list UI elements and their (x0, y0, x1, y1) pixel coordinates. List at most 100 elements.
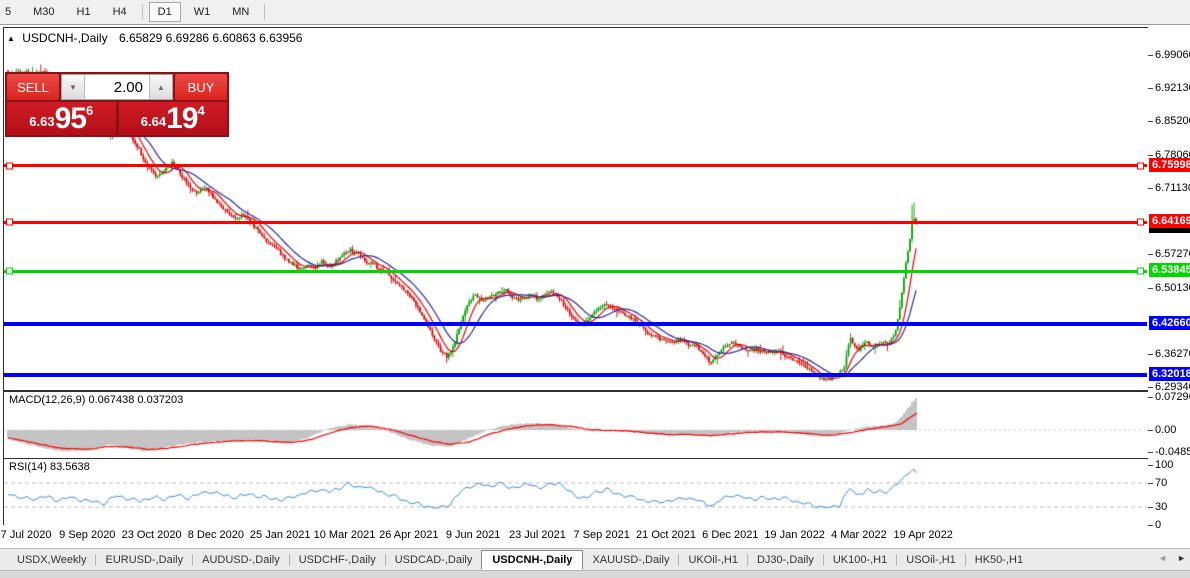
axis-tick-mark (1148, 188, 1153, 189)
volume-input[interactable]: 2.00 (85, 75, 149, 99)
axis-tick-mark (1148, 288, 1153, 289)
date-axis-label: 23 Oct 2020 (122, 529, 182, 541)
date-axis-label: 27 Jul 2020 (0, 529, 51, 541)
axis-tick-mark (1148, 507, 1153, 508)
volume-decrease-button[interactable]: ▼ (62, 75, 85, 99)
tab-usdcad--daily[interactable]: USDCAD-,Daily (386, 551, 482, 569)
buy-button[interactable]: BUY (175, 74, 227, 100)
axis-tick-label: 30 (1155, 500, 1167, 514)
sell-price-main: 95 (55, 104, 86, 134)
axis-tick-label: 6.36270 (1155, 347, 1190, 361)
chart-title: ▲ USDCNH-,Daily 6.65829 6.69286 6.60863 … (7, 31, 302, 45)
tab-dj30--daily[interactable]: DJ30-,Daily (748, 551, 823, 569)
axis-tick-label: -0.048575 (1155, 445, 1190, 459)
line-handle[interactable] (6, 268, 13, 275)
date-axis-label: 25 Jan 2021 (250, 529, 311, 541)
volume-increase-button[interactable]: ▲ (149, 75, 172, 99)
axis-tick-mark (1148, 483, 1153, 484)
axis-tick-mark (1148, 452, 1153, 453)
timeframe-button-5[interactable]: 5 (0, 2, 20, 22)
date-axis-label: 9 Sep 2020 (59, 529, 115, 541)
axis-tick-mark (1148, 525, 1153, 526)
chevron-down-icon: ▼ (69, 83, 77, 92)
timeframe-button-mn[interactable]: MN (223, 2, 258, 22)
timeframe-button-w1[interactable]: W1 (185, 2, 220, 22)
rsi-canvas[interactable] (4, 459, 1147, 523)
sell-price-prefix: 6.63 (29, 110, 54, 134)
axis-tick-label: 6.85200 (1155, 114, 1190, 128)
timeframe-button-h1[interactable]: H1 (68, 2, 100, 22)
tab-usdchf--daily[interactable]: USDCHF-,Daily (290, 551, 385, 569)
axis-tick-mark (1148, 430, 1153, 431)
date-axis-label: 19 Jan 2022 (764, 529, 825, 541)
price-level-badge: 6.42660 (1149, 316, 1190, 330)
axis-tick-label: 0.00 (1155, 423, 1176, 437)
chart-window: ▲ USDCNH-,Daily 6.65829 6.69286 6.60863 … (0, 25, 1190, 548)
price-level-badge: 6.64169 (1149, 214, 1190, 228)
level-line-6.64169[interactable] (4, 221, 1147, 224)
axis-tick-label: 6.71130 (1155, 181, 1190, 195)
line-handle[interactable] (1137, 162, 1144, 169)
timeframe-toolbar: 5M30H1H4 D1W1MN (0, 0, 1190, 25)
date-axis-label: 6 Dec 2021 (702, 529, 758, 541)
axis-tick-mark (1148, 465, 1153, 466)
tab-uk100--h1[interactable]: UK100-,H1 (824, 551, 896, 569)
line-handle[interactable] (6, 219, 13, 226)
sell-price-pip: 6 (86, 104, 93, 117)
tab-scroll-left-icon[interactable]: ◄ (1158, 553, 1167, 563)
axis-tick-label: 6.57270 (1155, 247, 1190, 261)
axis-tick-label: 100 (1155, 458, 1173, 472)
chart-ohlc-values: 6.65829 6.69286 6.60863 6.63956 (119, 31, 303, 45)
line-handle[interactable] (6, 162, 13, 169)
toolbar-separator (142, 4, 143, 20)
chevron-up-icon: ▲ (157, 83, 165, 92)
rsi-label: RSI(14) 83.5638 (9, 461, 90, 473)
timeframe-button-m30[interactable]: M30 (24, 2, 63, 22)
level-line-6.32018[interactable] (4, 373, 1147, 377)
axis-tick-label: 6.92130 (1155, 81, 1190, 95)
collapse-arrow-icon[interactable]: ▲ (7, 34, 15, 43)
volume-spinner: ▼ 2.00 ▲ (61, 74, 173, 100)
line-handle[interactable] (1137, 219, 1144, 226)
line-handle[interactable] (1137, 268, 1144, 275)
date-axis-label: 8 Dec 2020 (188, 529, 244, 541)
buy-price-quote[interactable]: 6.64 19 4 (119, 102, 228, 135)
price-level-badge: 6.32018 (1149, 367, 1190, 381)
chart-symbol-label: USDCNH-,Daily (22, 31, 107, 45)
level-line-6.75998[interactable] (4, 164, 1147, 167)
level-line-6.53845[interactable] (4, 270, 1147, 273)
axis-tick-label: 6.50130 (1155, 281, 1190, 295)
tab-usdcnh--daily[interactable]: USDCNH-,Daily (481, 550, 583, 570)
axis-tick-label: 0 (1155, 518, 1161, 532)
price-axis[interactable]: 6.990606.921306.852006.780606.711306.572… (1148, 25, 1190, 548)
tab-eurusd--daily[interactable]: EURUSD-,Daily (96, 551, 192, 569)
date-axis-label: 10 Mar 2021 (314, 529, 376, 541)
status-strip (0, 570, 1190, 578)
tab-usdx-weekly[interactable]: USDX,Weekly (8, 551, 95, 569)
sell-button[interactable]: SELL (7, 74, 59, 100)
tab-scroll-right-icon[interactable]: ► (1177, 553, 1186, 563)
tab-hk50--h1[interactable]: HK50-,H1 (966, 551, 1032, 569)
tab-ukoil--h1[interactable]: UKOil-,H1 (679, 551, 747, 569)
macd-label: MACD(12,26,9) 0.067438 0.037203 (9, 394, 183, 406)
timeframe-button-h4[interactable]: H4 (104, 2, 136, 22)
date-axis-label: 19 Apr 2022 (894, 529, 953, 541)
price-level-badge: 6.53845 (1149, 263, 1190, 277)
tab-usoil--h1[interactable]: USOil-,H1 (897, 551, 965, 569)
tab-audusd--daily[interactable]: AUDUSD-,Daily (193, 551, 289, 569)
macd-indicator-panel: MACD(12,26,9) 0.067438 0.037203 (3, 391, 1150, 459)
axis-tick-mark (1148, 88, 1153, 89)
level-line-6.4266[interactable] (4, 322, 1147, 326)
date-axis-label: 9 Jun 2021 (446, 529, 500, 541)
axis-tick-mark (1148, 254, 1153, 255)
tab-xauusd--daily[interactable]: XAUUSD-,Daily (583, 551, 678, 569)
sell-price-quote[interactable]: 6.63 95 6 (7, 102, 116, 135)
date-axis-label: 26 Apr 2021 (379, 529, 438, 541)
axis-tick-label: 0.072963 (1155, 390, 1190, 404)
date-axis[interactable]: 27 Jul 2020 9 Sep 2020 23 Oct 2020 8 Dec 20… (3, 525, 1148, 547)
price-level-badge: 6.75998 (1149, 158, 1190, 172)
axis-tick-mark (1148, 55, 1153, 56)
timeframe-button-d1[interactable]: D1 (149, 2, 181, 22)
rsi-indicator-panel: RSI(14) 83.5638 (3, 458, 1150, 526)
axis-tick-label: 70 (1155, 476, 1167, 490)
